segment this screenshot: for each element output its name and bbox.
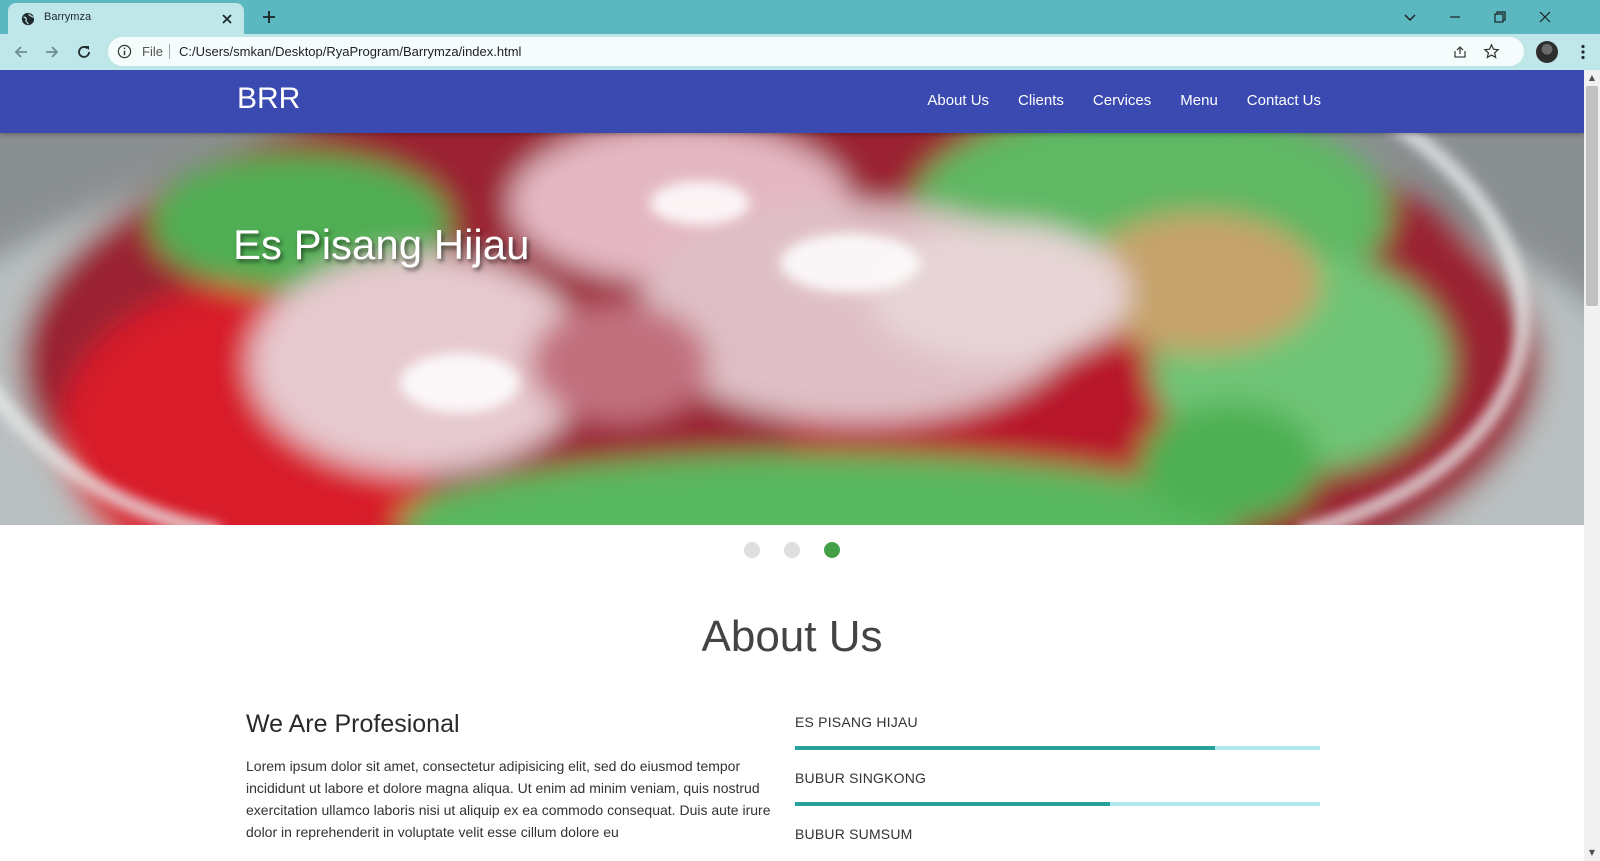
browser-tab-strip: Barrymza bbox=[0, 0, 1600, 34]
skill-item: Bubur Singkong bbox=[795, 766, 1320, 822]
carousel-dot-2[interactable] bbox=[784, 542, 800, 558]
skill-bars: Es Pisang Hijau Bubur Singkong Bubur Sum… bbox=[795, 710, 1320, 861]
hero-caption: Es Pisang Hijau bbox=[233, 221, 530, 268]
carousel-dot-3[interactable] bbox=[824, 542, 840, 558]
forward-arrow-icon[interactable] bbox=[43, 43, 61, 61]
page-viewport: BRR About Us Clients Cervices Menu Conta… bbox=[0, 70, 1584, 861]
site-navbar: BRR About Us Clients Cervices Menu Conta… bbox=[0, 70, 1584, 133]
nav-link-clients[interactable]: Clients bbox=[1018, 92, 1064, 109]
about-subtitle: We Are Profesional bbox=[246, 710, 460, 738]
tab-title: Barrymza bbox=[44, 11, 92, 23]
address-bar[interactable]: File C:/Users/smkan/Desktop/RyaProgram/B… bbox=[108, 37, 1524, 66]
new-tab-icon[interactable] bbox=[261, 9, 277, 25]
carousel-indicators bbox=[0, 542, 1584, 560]
skill-item: Bubur Sumsum bbox=[795, 822, 1320, 861]
skill-fill bbox=[795, 746, 1215, 750]
about-paragraph: Lorem ipsum dolor sit amet, consectetur … bbox=[246, 758, 771, 840]
browser-toolbar: File C:/Users/smkan/Desktop/RyaProgram/B… bbox=[0, 34, 1600, 70]
page-scrollbar[interactable]: ▲ ▼ bbox=[1584, 70, 1600, 861]
skill-track bbox=[795, 802, 1320, 806]
brand-logo[interactable]: BRR bbox=[237, 82, 300, 116]
scroll-down-arrow-icon[interactable]: ▼ bbox=[1584, 845, 1600, 861]
dessert-photo bbox=[0, 133, 1584, 525]
address-separator bbox=[169, 44, 170, 59]
minimize-icon[interactable] bbox=[1446, 8, 1464, 26]
close-window-icon[interactable] bbox=[1536, 8, 1554, 26]
skill-label: Bubur Singkong bbox=[795, 770, 927, 786]
skill-label: Bubur Sumsum bbox=[795, 826, 913, 842]
tab-search-chevron-icon[interactable] bbox=[1401, 8, 1419, 26]
nav-link-about-us[interactable]: About Us bbox=[927, 92, 989, 109]
scrollbar-thumb[interactable] bbox=[1586, 86, 1598, 306]
reload-icon[interactable] bbox=[75, 43, 93, 61]
site-info-icon[interactable] bbox=[117, 44, 132, 59]
skill-label: Es Pisang Hijau bbox=[795, 714, 918, 730]
about-section-title: About Us bbox=[701, 612, 883, 661]
browser-tab[interactable]: Barrymza bbox=[8, 3, 244, 34]
hero-slide-image: Es Pisang Hijau bbox=[0, 133, 1584, 525]
browser-menu-icon[interactable] bbox=[1574, 43, 1592, 61]
restore-icon[interactable] bbox=[1491, 8, 1509, 26]
skill-fill bbox=[795, 802, 1110, 806]
globe-icon bbox=[21, 12, 35, 26]
skill-item: Es Pisang Hijau bbox=[795, 710, 1320, 766]
share-icon[interactable] bbox=[1452, 44, 1468, 60]
url-scheme-label: File bbox=[142, 44, 163, 59]
profile-avatar[interactable] bbox=[1536, 41, 1558, 63]
carousel-dot-1[interactable] bbox=[744, 542, 760, 558]
nav-link-contact-us[interactable]: Contact Us bbox=[1247, 92, 1321, 109]
nav-link-cervices[interactable]: Cervices bbox=[1093, 92, 1151, 109]
back-arrow-icon[interactable] bbox=[12, 43, 30, 61]
skill-track bbox=[795, 746, 1320, 750]
bookmark-star-icon[interactable] bbox=[1483, 43, 1500, 60]
scroll-up-arrow-icon[interactable]: ▲ bbox=[1584, 70, 1600, 86]
close-tab-icon[interactable] bbox=[220, 12, 234, 26]
nav-link-menu[interactable]: Menu bbox=[1180, 92, 1218, 109]
url-text[interactable]: C:/Users/smkan/Desktop/RyaProgram/Barrym… bbox=[179, 44, 521, 59]
site-nav-links: About Us Clients Cervices Menu Contact U… bbox=[927, 92, 1321, 109]
